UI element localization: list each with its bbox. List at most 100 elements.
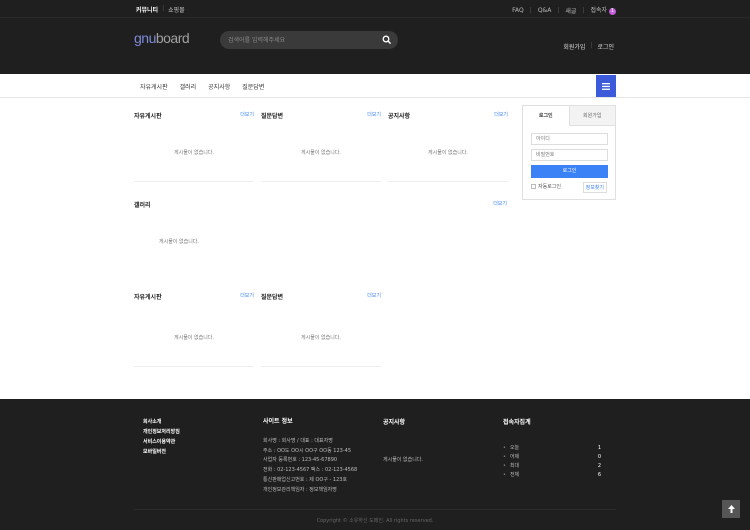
community-link[interactable]: 커뮤니티 bbox=[136, 5, 158, 14]
nav-item-notice[interactable]: 공지사항 bbox=[208, 82, 230, 91]
divider bbox=[134, 366, 254, 367]
latest-free-board-2: 자유게시판 더보기 게시물이 없습니다. bbox=[134, 292, 254, 368]
footer-link-terms[interactable]: 서비스이용약관 bbox=[143, 437, 180, 447]
visitors-label: 접속자 bbox=[590, 7, 607, 14]
auto-login-checkbox[interactable] bbox=[531, 184, 536, 189]
login-button[interactable]: 로그인 bbox=[531, 165, 608, 178]
qa-link[interactable]: Q&A bbox=[538, 7, 552, 14]
login-link[interactable]: 로그인 bbox=[597, 42, 614, 51]
stat-value: 0 bbox=[597, 454, 601, 460]
site-logo[interactable]: gnuboard bbox=[134, 30, 190, 46]
stat-label: 어제 bbox=[503, 453, 519, 462]
tab-login[interactable]: 로그인 bbox=[523, 106, 569, 126]
info-line: 개인정보관리책임자 : 정보책임자명 bbox=[263, 486, 337, 493]
stats-title: 접속자집계 bbox=[503, 419, 531, 426]
all-menu-button[interactable] bbox=[596, 75, 616, 97]
nav-item-qa[interactable]: 질문답변 bbox=[242, 82, 264, 91]
divider bbox=[261, 181, 381, 182]
footer-site-info: 사이트 정보 회사명 : 회사명 / 대표 : 대표자명 주소 : OO도 OO… bbox=[263, 417, 357, 496]
password-field[interactable] bbox=[531, 149, 608, 161]
footer-link-mobile[interactable]: 모바일버전 bbox=[143, 447, 180, 457]
new-posts-link[interactable]: 새글 bbox=[565, 6, 576, 15]
logo-text-gnu: gnu bbox=[134, 30, 156, 46]
board-title[interactable]: 공지사항 bbox=[388, 113, 410, 120]
login-box: 로그인 회원가입 로그인 자동로그인 정보찾기 bbox=[522, 105, 616, 200]
search-input[interactable] bbox=[228, 34, 378, 46]
footer-notice: 공지사항 게시물이 없습니다. bbox=[383, 417, 423, 463]
user-id-field[interactable] bbox=[531, 133, 608, 145]
empty-message: 게시물이 없습니다. bbox=[428, 150, 468, 156]
find-info-link[interactable]: 정보찾기 bbox=[582, 182, 607, 193]
info-line: 통신판매업신고번호 : 제 OO구 - 123호 bbox=[263, 476, 348, 483]
auto-login[interactable]: 자동로그인 bbox=[531, 183, 561, 190]
search-icon[interactable] bbox=[382, 35, 392, 45]
visitors-link[interactable]: 접속자 1 bbox=[590, 5, 616, 15]
empty-message: 게시물이 없습니다. bbox=[174, 335, 214, 341]
more-link[interactable]: 더보기 bbox=[240, 292, 254, 299]
nav-item-free-board[interactable]: 자유게시판 bbox=[140, 82, 168, 91]
stat-row: 최대 2 bbox=[503, 462, 601, 471]
header: gnuboard 회원가입 | 로그인 bbox=[0, 18, 750, 74]
stat-row: 오늘 1 bbox=[503, 444, 601, 453]
scroll-top-button[interactable] bbox=[722, 500, 740, 518]
divider bbox=[388, 181, 508, 182]
latest-qa-board: 질문답변 더보기 게시물이 없습니다. bbox=[261, 111, 381, 183]
more-link[interactable]: 더보기 bbox=[240, 111, 254, 118]
hamburger-icon bbox=[602, 82, 610, 90]
more-link[interactable]: 더보기 bbox=[494, 111, 508, 118]
latest-qa-board-2: 질문답변 더보기 게시물이 없습니다. bbox=[261, 292, 381, 368]
top-bar: 커뮤니티 | 쇼핑몰 FAQ | Q&A | 새글 | 접속자 1 bbox=[0, 0, 750, 18]
board-title[interactable]: 갤러리 bbox=[134, 202, 151, 209]
info-line: 사업자 등록번호 : 123-45-67890 bbox=[263, 457, 338, 464]
divider: | bbox=[557, 6, 560, 14]
board-title[interactable]: 질문답변 bbox=[261, 113, 283, 120]
notice-empty-message: 게시물이 없습니다. bbox=[383, 457, 423, 463]
arrow-up-icon bbox=[727, 505, 735, 513]
footer-links: 회사소개 개인정보처리방침 서비스이용약관 모바일버전 bbox=[143, 417, 180, 457]
search-box bbox=[220, 31, 398, 49]
divider: | bbox=[529, 6, 532, 14]
info-line: 전화 : 02-123-4567 팩스 : 02-123-4568 bbox=[263, 467, 358, 474]
footer: 회사소개 개인정보처리방침 서비스이용약관 모바일버전 사이트 정보 회사명 :… bbox=[0, 399, 750, 530]
empty-message: 게시물이 없습니다. bbox=[174, 150, 214, 156]
shop-link[interactable]: 쇼핑몰 bbox=[168, 5, 185, 14]
stat-label: 오늘 bbox=[503, 444, 519, 453]
info-line: 회사명 : 회사명 / 대표 : 대표자명 bbox=[263, 437, 333, 444]
copyright: Copyright © 소유하신 도메인. All rights reserve… bbox=[316, 518, 434, 524]
board-title[interactable]: 자유게시판 bbox=[134, 294, 162, 301]
divider: | bbox=[590, 42, 593, 49]
empty-message: 게시물이 없습니다. bbox=[301, 335, 341, 341]
board-title[interactable]: 자유게시판 bbox=[134, 113, 162, 120]
footer-divider bbox=[134, 509, 616, 510]
footer-visitor-stats: 접속자집계 오늘 1 어제 0 최대 2 전체 6 bbox=[503, 417, 601, 480]
empty-message: 게시물이 없습니다. bbox=[159, 239, 199, 245]
nav-item-gallery[interactable]: 갤러리 bbox=[180, 82, 197, 91]
stat-label: 최대 bbox=[503, 462, 519, 471]
footer-link-about[interactable]: 회사소개 bbox=[143, 417, 180, 427]
faq-link[interactable]: FAQ bbox=[512, 7, 524, 14]
stat-value: 2 bbox=[597, 463, 601, 469]
divider bbox=[261, 366, 381, 367]
stat-value: 6 bbox=[597, 472, 601, 478]
notice-title[interactable]: 공지사항 bbox=[383, 417, 423, 426]
stat-value: 1 bbox=[597, 445, 601, 451]
empty-message: 게시물이 없습니다. bbox=[301, 150, 341, 156]
stat-label: 전체 bbox=[503, 471, 519, 480]
divider bbox=[134, 181, 254, 182]
more-link[interactable]: 더보기 bbox=[367, 292, 381, 299]
more-link[interactable]: 더보기 bbox=[367, 111, 381, 118]
stat-row: 전체 6 bbox=[503, 471, 601, 480]
visitor-count-badge: 1 bbox=[609, 8, 616, 15]
latest-gallery: 갤러리 더보기 게시물이 없습니다. bbox=[134, 200, 507, 260]
more-link[interactable]: 더보기 bbox=[493, 200, 507, 207]
tab-join[interactable]: 회원가입 bbox=[568, 106, 615, 126]
divider: | bbox=[162, 5, 165, 12]
logo-text-board: board bbox=[155, 30, 190, 46]
board-title[interactable]: 질문답변 bbox=[261, 294, 283, 301]
footer-link-privacy[interactable]: 개인정보처리방침 bbox=[143, 427, 180, 437]
join-link[interactable]: 회원가입 bbox=[563, 42, 585, 51]
info-line: 주소 : OO도 OO시 OO구 OO동 123-45 bbox=[263, 447, 352, 454]
auto-login-label: 자동로그인 bbox=[538, 184, 562, 190]
latest-free-board: 자유게시판 더보기 게시물이 없습니다. bbox=[134, 111, 254, 183]
stat-row: 어제 0 bbox=[503, 453, 601, 462]
